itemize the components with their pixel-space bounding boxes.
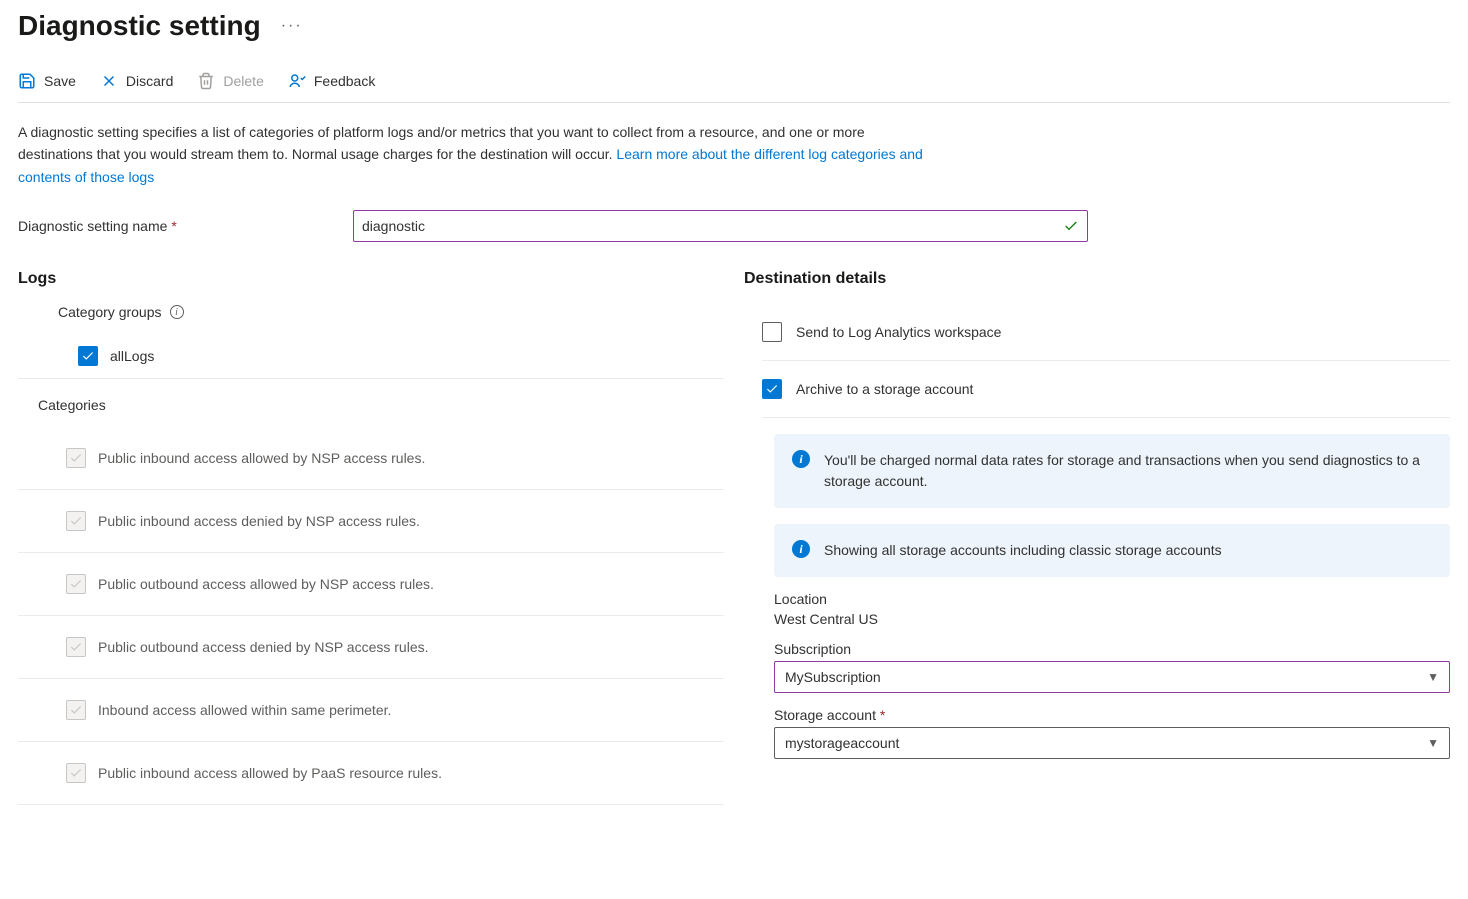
- feedback-icon: [288, 72, 306, 90]
- destination-heading: Destination details: [744, 270, 1450, 288]
- save-label: Save: [44, 73, 76, 89]
- location-value: West Central US: [774, 611, 1450, 627]
- subscription-label: Subscription: [774, 641, 1450, 657]
- category-checkbox: [66, 637, 86, 657]
- discard-label: Discard: [126, 73, 173, 89]
- info-icon[interactable]: i: [170, 305, 184, 319]
- check-icon: [1063, 218, 1079, 234]
- subscription-select[interactable]: MySubscription ▼: [774, 661, 1450, 693]
- discard-button[interactable]: Discard: [100, 72, 173, 90]
- category-checkbox: [66, 700, 86, 720]
- info-charge-text: You'll be charged normal data rates for …: [824, 450, 1432, 492]
- send-la-checkbox[interactable]: [762, 322, 782, 342]
- category-checkbox: [66, 763, 86, 783]
- diagnostic-name-input[interactable]: [362, 218, 1063, 234]
- diagnostic-name-label: Diagnostic setting name *: [18, 218, 353, 234]
- close-icon: [100, 72, 118, 90]
- categories-label: Categories: [18, 397, 724, 413]
- description-text: A diagnostic setting specifies a list of…: [18, 121, 938, 188]
- category-label: Public outbound access denied by NSP acc…: [98, 639, 429, 655]
- storage-label: Storage account *: [774, 707, 1450, 723]
- category-label: Inbound access allowed within same perim…: [98, 702, 391, 718]
- logs-heading: Logs: [18, 270, 724, 288]
- category-label: Public inbound access denied by NSP acce…: [98, 513, 420, 529]
- info-charge-box: i You'll be charged normal data rates fo…: [774, 434, 1450, 508]
- chevron-down-icon: ▼: [1427, 736, 1439, 750]
- subscription-value: MySubscription: [785, 669, 881, 685]
- category-checkbox: [66, 574, 86, 594]
- storage-value: mystorageaccount: [785, 735, 899, 751]
- info-icon: i: [792, 450, 810, 468]
- diagnostic-name-input-wrap: [353, 210, 1088, 242]
- alllogs-label: allLogs: [110, 348, 154, 364]
- alllogs-checkbox[interactable]: [78, 346, 98, 366]
- more-icon[interactable]: ···: [281, 17, 303, 35]
- page-title: Diagnostic setting: [18, 10, 261, 42]
- destination-column: Destination details Send to Log Analytic…: [744, 270, 1450, 805]
- category-label: Public outbound access allowed by NSP ac…: [98, 576, 434, 592]
- chevron-down-icon: ▼: [1427, 670, 1439, 684]
- save-button[interactable]: Save: [18, 72, 76, 90]
- archive-label: Archive to a storage account: [796, 381, 973, 397]
- category-label: Public inbound access allowed by PaaS re…: [98, 765, 442, 781]
- category-groups-label: Category groups i: [38, 304, 724, 320]
- location-label: Location: [774, 591, 1450, 607]
- storage-select[interactable]: mystorageaccount ▼: [774, 727, 1450, 759]
- category-checkbox: [66, 448, 86, 468]
- send-la-label: Send to Log Analytics workspace: [796, 324, 1001, 340]
- delete-button: Delete: [197, 72, 263, 90]
- delete-label: Delete: [223, 73, 263, 89]
- info-classic-text: Showing all storage accounts including c…: [824, 540, 1222, 561]
- info-classic-box: i Showing all storage accounts including…: [774, 524, 1450, 577]
- logs-column: Logs Category groups i allLogs Categorie…: [18, 270, 724, 805]
- feedback-button[interactable]: Feedback: [288, 72, 375, 90]
- archive-checkbox[interactable]: [762, 379, 782, 399]
- category-label: Public inbound access allowed by NSP acc…: [98, 450, 425, 466]
- info-icon: i: [792, 540, 810, 558]
- delete-icon: [197, 72, 215, 90]
- category-checkbox: [66, 511, 86, 531]
- save-icon: [18, 72, 36, 90]
- feedback-label: Feedback: [314, 73, 375, 89]
- toolbar: Save Discard Delete Feedback: [18, 72, 1450, 103]
